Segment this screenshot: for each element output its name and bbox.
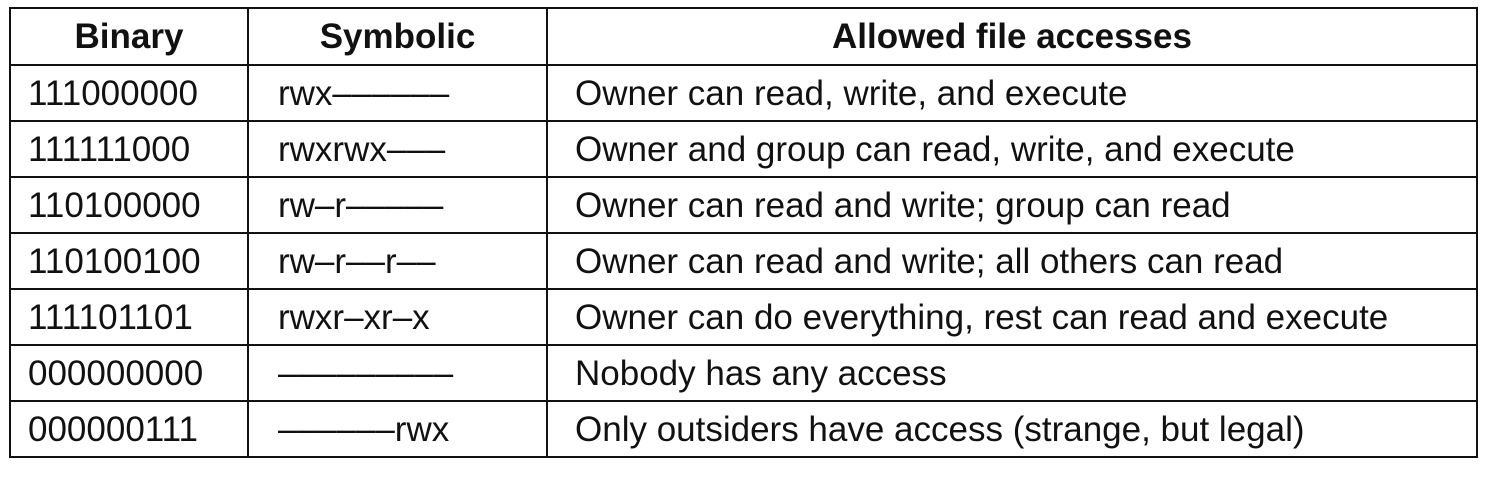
symbolic-cell: rwx–––––– <box>247 64 548 122</box>
binary-cell: 000000000 <box>9 344 249 402</box>
table-header: Binary Symbolic Allowed file accesses <box>9 7 1478 66</box>
permissions-table-container: Binary Symbolic Allowed file accesses 11… <box>9 7 1478 458</box>
header-allowed-accesses: Allowed file accesses <box>546 7 1478 66</box>
access-description-cell: Owner and group can read, write, and exe… <box>546 120 1478 178</box>
access-description-cell: Owner can read and write; all others can… <box>546 232 1478 290</box>
symbolic-cell: rwxrwx––– <box>247 120 548 178</box>
binary-cell: 000000111 <box>9 400 249 458</box>
table-body: 111000000 rwx–––––– Owner can read, writ… <box>9 64 1478 458</box>
table-row: 110100000 rw–r––––– Owner can read and w… <box>9 176 1478 234</box>
table-row: 111000000 rwx–––––– Owner can read, writ… <box>9 64 1478 122</box>
table-row: 111111000 rwxrwx––– Owner and group can … <box>9 120 1478 178</box>
symbolic-cell: rwxr–xr–x <box>247 288 548 346</box>
table-row: 000000111 ––––––rwx Only outsiders have … <box>9 400 1478 458</box>
access-description-cell: Nobody has any access <box>546 344 1478 402</box>
symbolic-cell: rw–r––r–– <box>247 232 548 290</box>
symbolic-cell: ––––––––– <box>247 344 548 402</box>
access-description-cell: Only outsiders have access (strange, but… <box>546 400 1478 458</box>
header-symbolic: Symbolic <box>247 7 548 66</box>
access-description-cell: Owner can read and write; group can read <box>546 176 1478 234</box>
access-description-cell: Owner can read, write, and execute <box>546 64 1478 122</box>
binary-cell: 111101101 <box>9 288 249 346</box>
header-row: Binary Symbolic Allowed file accesses <box>9 7 1478 66</box>
symbolic-cell: rw–r––––– <box>247 176 548 234</box>
access-description-cell: Owner can do everything, rest can read a… <box>546 288 1478 346</box>
binary-cell: 110100100 <box>9 232 249 290</box>
file-permissions-table: Binary Symbolic Allowed file accesses 11… <box>9 7 1478 458</box>
table-row: 111101101 rwxr–xr–x Owner can do everyth… <box>9 288 1478 346</box>
binary-cell: 111111000 <box>9 120 249 178</box>
symbolic-cell: ––––––rwx <box>247 400 548 458</box>
binary-cell: 110100000 <box>9 176 249 234</box>
table-row: 000000000 ––––––––– Nobody has any acces… <box>9 344 1478 402</box>
header-binary: Binary <box>9 7 249 66</box>
table-row: 110100100 rw–r––r–– Owner can read and w… <box>9 232 1478 290</box>
binary-cell: 111000000 <box>9 64 249 122</box>
